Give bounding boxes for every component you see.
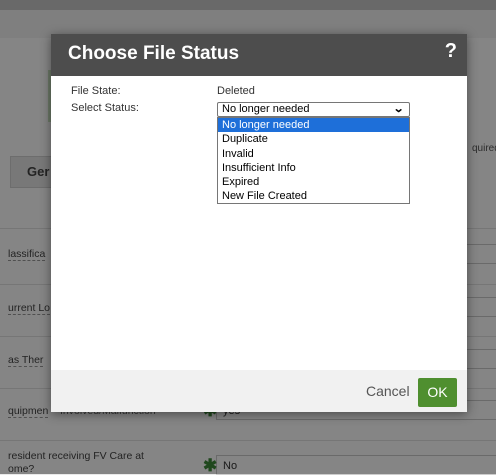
dropdown-option[interactable]: New File Created (218, 189, 409, 203)
status-select[interactable]: No longer needed ⌄ (217, 102, 410, 117)
file-state-label: File State: (71, 85, 121, 97)
dropdown-option[interactable]: Invalid (218, 147, 409, 161)
select-status-label: Select Status: (71, 102, 139, 114)
dropdown-option[interactable]: No longer needed (218, 118, 409, 133)
ok-button[interactable]: OK (418, 378, 457, 407)
dialog-header: Choose File Status ? (51, 34, 467, 76)
choose-file-status-dialog: Choose File Status ? File State: Deleted… (51, 34, 467, 412)
status-select-value: No longer needed (222, 103, 310, 115)
help-icon[interactable]: ? (445, 40, 457, 63)
dialog-footer: Cancel OK (51, 370, 467, 412)
status-dropdown-list: No longer needed Duplicate Invalid Insuf… (217, 117, 410, 204)
file-state-value: Deleted (217, 85, 255, 97)
dropdown-option[interactable]: Insufficient Info (218, 161, 409, 175)
chevron-down-icon: ⌄ (392, 103, 405, 115)
dropdown-option[interactable]: Duplicate (218, 132, 409, 146)
cancel-button[interactable]: Cancel (366, 383, 410, 399)
dropdown-option[interactable]: Expired (218, 175, 409, 189)
dialog-title: Choose File Status (68, 43, 240, 64)
